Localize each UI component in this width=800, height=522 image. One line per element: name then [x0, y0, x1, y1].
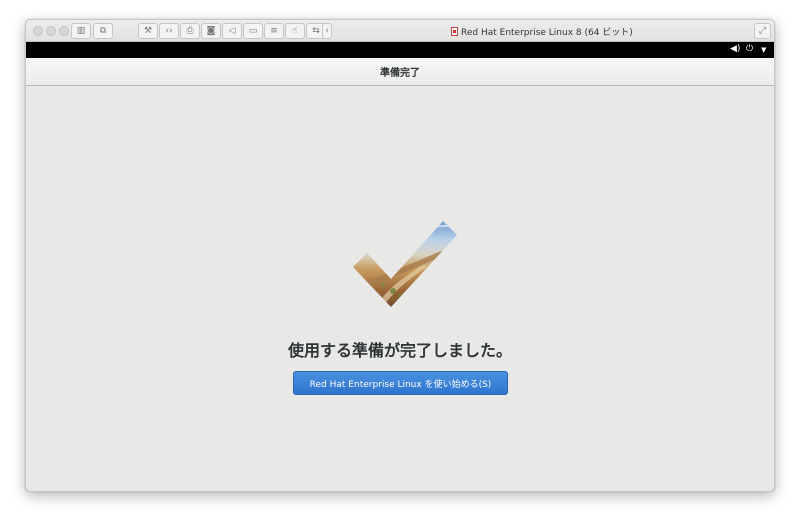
close-window-button[interactable] — [33, 26, 43, 36]
window-titlebar: ▥ ⧉ ⚒ ‹› ⎙ ◙ ◁ ▭ ≡ ☝ ⇆ ‹ Red Hat Enterpr… — [26, 20, 774, 42]
sidebar-icon: ▥ — [76, 25, 86, 36]
fullscreen-button[interactable]: ⤢ — [754, 23, 771, 39]
camera-icon: ▭ — [248, 25, 258, 36]
sidebar-toggle-button[interactable]: ▥ — [71, 23, 91, 39]
audio-icon: ◁ — [228, 25, 236, 36]
usb-icon: ☝ — [292, 25, 298, 36]
share-icon: ⇆ — [312, 25, 320, 36]
code-icon: ‹› — [165, 25, 173, 36]
start-using-button[interactable]: Red Hat Enterprise Linux を使い始める(S) — [293, 371, 508, 395]
back-button[interactable]: ‹ — [322, 23, 332, 39]
window-title: Red Hat Enterprise Linux 8 (64 ビット) — [451, 25, 633, 38]
dropdown-icon[interactable]: ▼ — [761, 45, 766, 56]
fullscreen-icon: ⤢ — [758, 25, 767, 36]
settings-button[interactable]: ⚒ — [138, 23, 158, 39]
completion-message: 使用する準備が完了しました。 — [287, 341, 512, 360]
vm-document-icon — [451, 27, 458, 36]
window-title-text: Red Hat Enterprise Linux 8 (64 ビット) — [461, 28, 633, 38]
storage-icon: ≡ — [270, 25, 278, 36]
page-title: 準備完了 — [380, 68, 420, 79]
disk-icon: ◙ — [206, 25, 216, 36]
printer-icon: ⎙ — [186, 25, 194, 36]
minimize-window-button[interactable] — [46, 26, 56, 36]
gnome-top-bar: ◀) ⏻ ▼ — [26, 42, 774, 58]
audio-button[interactable]: ◁ — [222, 23, 242, 39]
main-content: 使用する準備が完了しました。 Red Hat Enterprise Linux … — [26, 87, 774, 491]
snapshot-button[interactable]: ⧉ — [93, 23, 113, 39]
header-bar: 準備完了 — [26, 58, 774, 86]
zoom-window-button[interactable] — [59, 26, 69, 36]
printer-button[interactable]: ⎙ — [180, 23, 200, 39]
camera-button[interactable]: ▭ — [243, 23, 263, 39]
disk-button[interactable]: ◙ — [201, 23, 221, 39]
power-icon[interactable]: ⏻ — [746, 44, 753, 55]
back-icon: ‹ — [325, 25, 329, 36]
vm-window: ▥ ⧉ ⚒ ‹› ⎙ ◙ ◁ ▭ ≡ ☝ ⇆ ‹ Red Hat Enterpr… — [25, 19, 775, 492]
settings-icon: ⚒ — [143, 25, 153, 36]
checkmark-icon — [353, 221, 457, 307]
code-button[interactable]: ‹› — [159, 23, 179, 39]
snapshot-icon: ⧉ — [99, 25, 107, 36]
storage-button[interactable]: ≡ — [264, 23, 284, 39]
usb-button[interactable]: ☝ — [285, 23, 305, 39]
volume-icon[interactable]: ◀) — [730, 44, 740, 55]
